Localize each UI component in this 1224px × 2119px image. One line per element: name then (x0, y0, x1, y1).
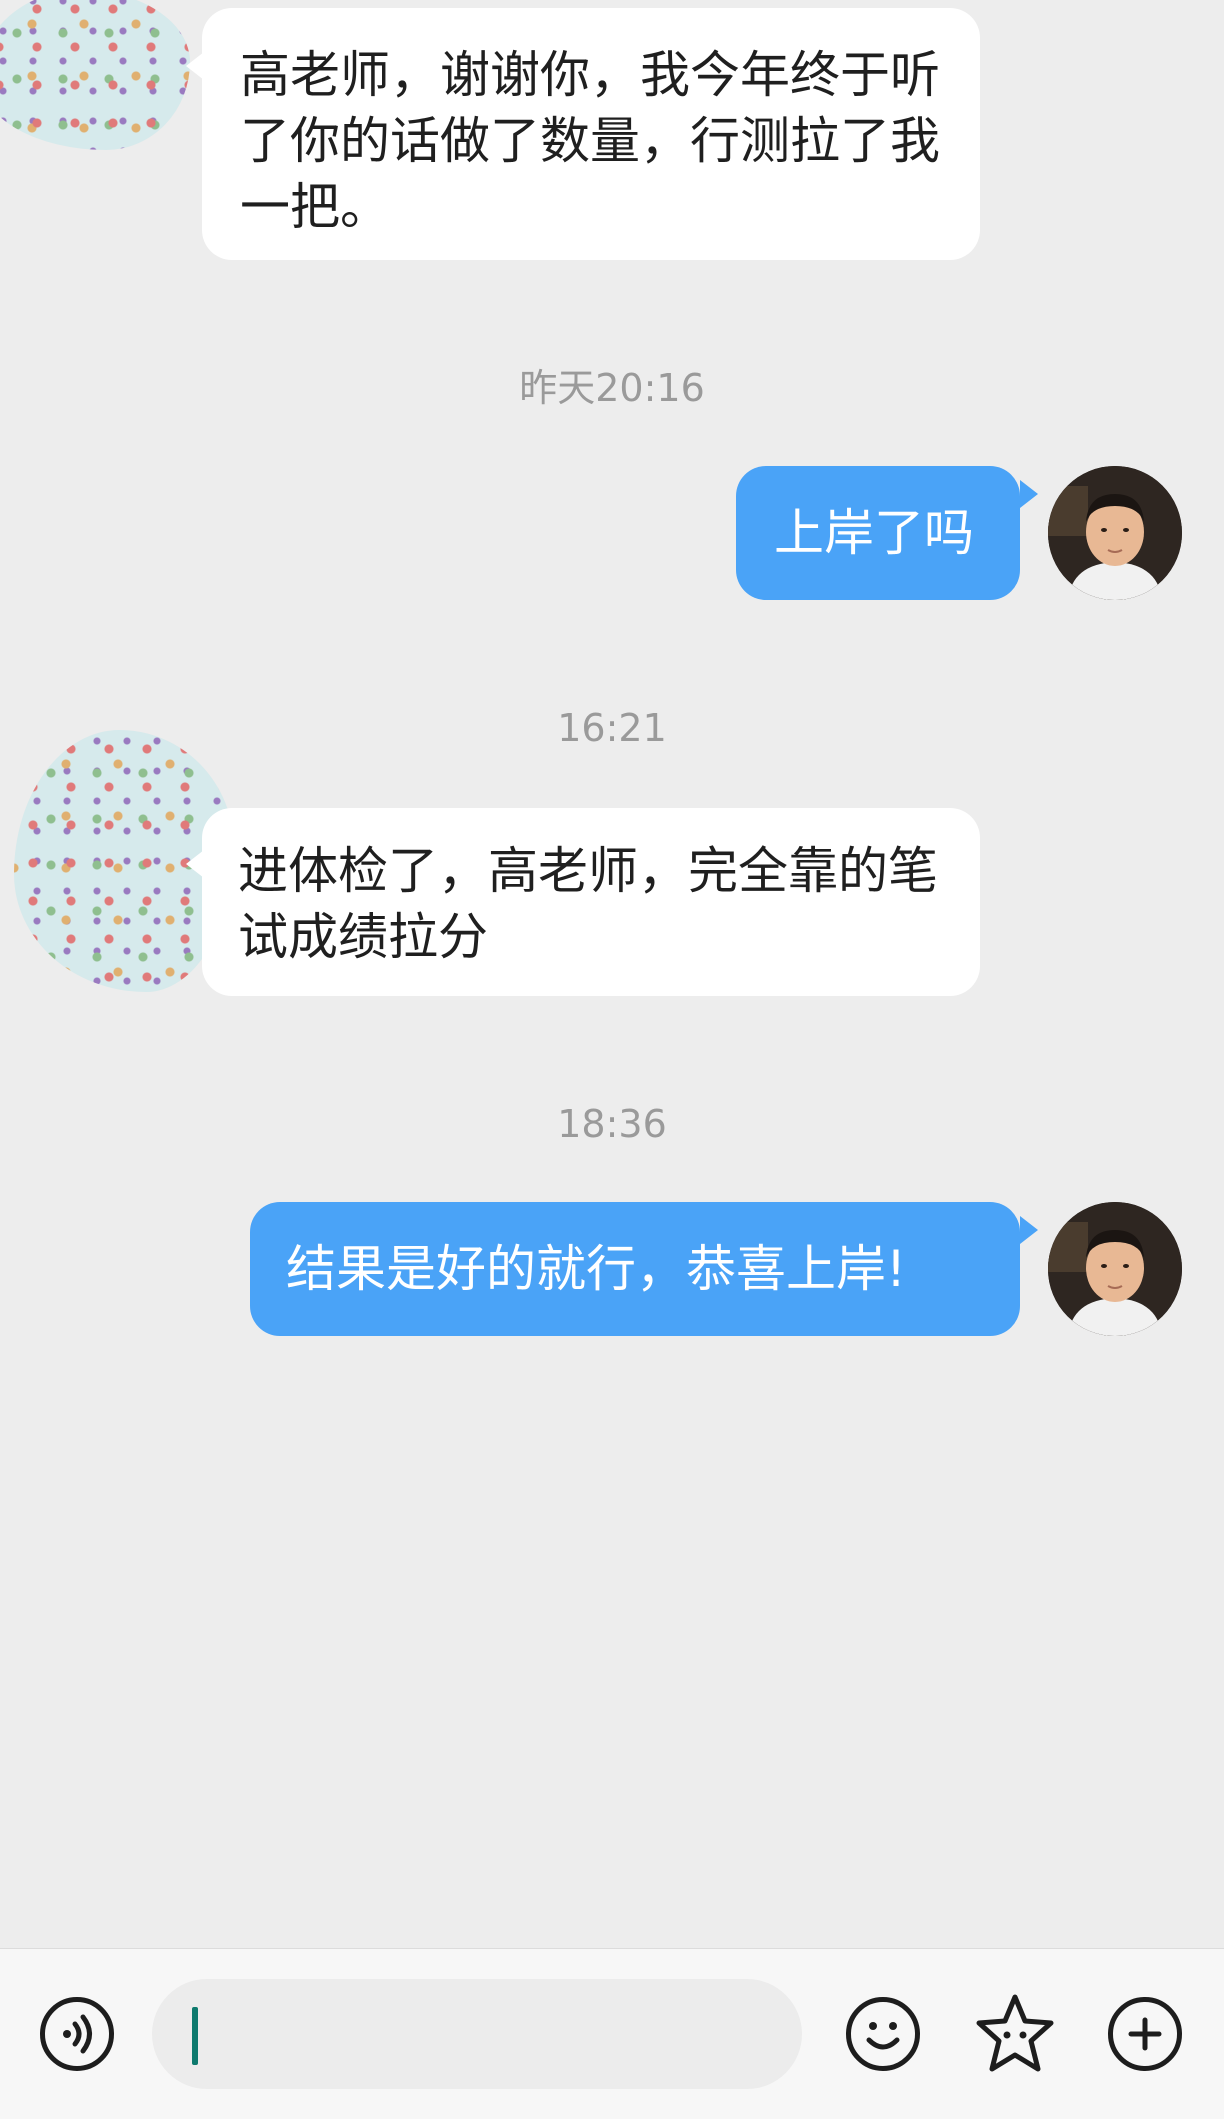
message-bubble-incoming[interactable]: 高老师，谢谢你，我今年终于听了你的话做了数量，行测拉了我一把。 (202, 8, 980, 260)
plus-icon[interactable] (1108, 1997, 1182, 2071)
chat-area: 高老师，谢谢你，我今年终于听了你的话做了数量，行测拉了我一把。 昨天20:16 … (0, 0, 1224, 1948)
my-avatar[interactable] (1048, 466, 1182, 600)
smiley-face-icon (866, 2022, 900, 2050)
message-bubble-incoming[interactable]: 进体检了，高老师，完全靠的笔试成绩拉分 (202, 808, 980, 996)
person-photo-icon (1048, 1202, 1182, 1336)
voice-icon[interactable] (40, 1997, 114, 2071)
voice-waves-icon (63, 2014, 92, 2054)
timestamp: 16:21 (557, 706, 667, 750)
message-bubble-outgoing[interactable]: 结果是好的就行，恭喜上岸! (250, 1202, 1020, 1336)
contact-avatar[interactable] (0, 0, 190, 150)
person-photo-icon (1048, 466, 1182, 600)
emoji-icon[interactable] (846, 1997, 920, 2071)
message-bubble-outgoing[interactable]: 上岸了吗 (736, 466, 1020, 600)
input-bar (0, 1948, 1224, 2119)
message-text: 结果是好的就行，恭喜上岸! (286, 1240, 907, 1298)
star-face-icon (976, 1994, 1054, 2072)
my-avatar[interactable] (1048, 1202, 1182, 1336)
message-text: 进体检了，高老师，完全靠的笔试成绩拉分 (238, 842, 938, 966)
message-text: 上岸了吗 (774, 504, 974, 562)
text-caret (192, 2007, 198, 2065)
sticker-icon[interactable] (972, 1991, 1058, 2077)
timestamp: 18:36 (557, 1102, 667, 1146)
timestamp: 昨天20:16 (519, 366, 705, 410)
message-input[interactable] (152, 1979, 802, 2089)
add-more-icon (1128, 2017, 1162, 2051)
message-text: 高老师，谢谢你，我今年终于听了你的话做了数量，行测拉了我一把。 (240, 46, 940, 236)
